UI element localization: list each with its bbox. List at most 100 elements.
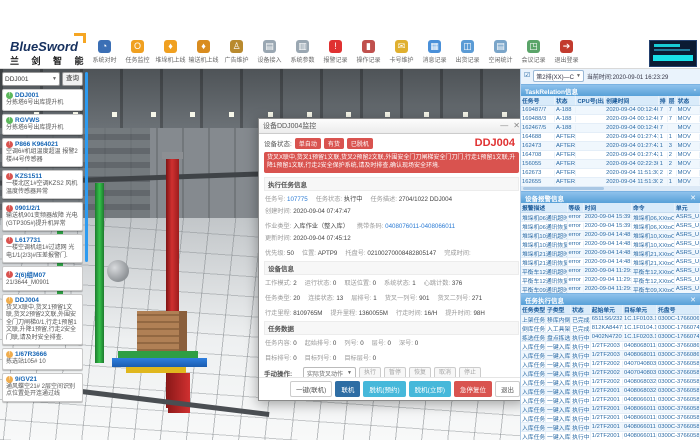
- toolbar-item[interactable]: ! 报警记录: [319, 40, 352, 64]
- manual-op-button[interactable]: 恢复: [409, 367, 431, 377]
- dialog-footer-button[interactable]: 一键(联机): [290, 381, 332, 397]
- search-button[interactable]: 查询: [62, 72, 83, 86]
- field-label: 完成时间:: [444, 250, 470, 257]
- stacker-crane-motor: [107, 260, 129, 282]
- cell: 入库任务: [521, 369, 546, 378]
- table-row[interactable]: 入库任务 一键入库 执行中 1/2TF2001 0408066011 0300C…: [521, 405, 700, 414]
- panel-collapse-icon[interactable]: ▫: [694, 87, 696, 94]
- alarm-device-id: DDJ004: [15, 297, 39, 304]
- table-row[interactable]: 169487/7 A-188 2020-09-04 00:12:40 7 7 M…: [521, 106, 700, 115]
- toolbar-item[interactable]: ◫ 出货记录: [451, 40, 484, 64]
- toolbar-item[interactable]: ▮ 操作记录: [352, 40, 385, 64]
- horizontal-scrollbar[interactable]: [521, 186, 700, 191]
- cell: error: [568, 250, 584, 256]
- table-row[interactable]: 拣选任务 盘点拣选 执行中 0402N47201 1C.1F0203.1 030…: [521, 333, 700, 342]
- panel-controls: ☑ 第2排(XX)—C ▼ 当前时间:2020-09-01 16:23:29: [521, 68, 700, 84]
- manual-op-button[interactable]: 停止: [459, 367, 481, 377]
- alarm-card[interactable]: L617731 一楼空调机组1#过滤网 光电1/1(2/3)#压差报警门.: [2, 234, 83, 263]
- toolbar-item[interactable]: ◳ 会议记录: [517, 40, 550, 64]
- table-row[interactable]: 入库任务 一键入库 执行中 1/2TF2001 0408066011 0300C…: [521, 432, 700, 440]
- cell: 堆垛机10通讯恢复: [521, 240, 568, 249]
- table-row[interactable]: 164688 AFTER 2020-09-04 01:27:41 1 1 MOV: [521, 133, 700, 142]
- table-row[interactable]: 162467/5 A-188 2020-09-04 00:12:40 7 MOV: [521, 124, 700, 133]
- table-row[interactable]: 入库任务 一键入库 执行中 1/2TF2002 0408068032 0300C…: [521, 378, 700, 387]
- manual-op-button[interactable]: 暂停: [384, 367, 406, 377]
- alarm-card[interactable]: DDJ001 分拣塔6号出库提升机: [2, 89, 83, 111]
- minimize-icon[interactable]: —: [500, 121, 508, 131]
- sidebar-scrollbar[interactable]: [85, 72, 88, 262]
- dialog-footer-button[interactable]: 急停复位: [454, 381, 492, 397]
- toolbar-item[interactable]: ♦ 输送机上线: [187, 40, 220, 64]
- table-row[interactable]: 162655 AFTER 2020-09-04 11:51:30 2 1 MOV: [521, 178, 700, 186]
- table-row[interactable]: 倒库任务 入工具架 已完成 812KA8447 1C.1F0104.1 0300…: [521, 324, 700, 333]
- toolbar-item[interactable]: O 任务监控: [121, 40, 154, 64]
- table-row[interactable]: 入库任务 一键入库 执行中 1/2TF2001 0408066011 0300C…: [521, 396, 700, 405]
- table-row[interactable]: 169488/3 A-188 2020-09-04 00:12:40 7 7 M…: [521, 115, 700, 124]
- table-row[interactable]: 入库任务 一键入库 执行中 1/2TF2003 0408068011 0300C…: [521, 342, 700, 351]
- table-row[interactable]: 上架任务 移库内倒 已完成 6511S6/232 1C.1F0103.1 030…: [521, 315, 700, 324]
- panel-close-icon[interactable]: ✕: [690, 194, 696, 202]
- toolbar-item[interactable]: ♙ 广告维护: [220, 40, 253, 64]
- manual-op-button[interactable]: 取消: [434, 367, 456, 377]
- status-mini-widget[interactable]: [649, 40, 697, 67]
- alarm-card[interactable]: KZS1511 一楼北区1#空调KZS2 风机温度传感器异常: [2, 170, 83, 199]
- table-row[interactable]: 164708 AFTER 2020-09-04 01:27:42 1 2 MOV: [521, 151, 700, 160]
- toolbar-item[interactable]: ◔ 系统对时: [88, 40, 121, 64]
- field: 系统状态: 1: [384, 278, 424, 287]
- floor-select[interactable]: 第2排(XX)—C ▼: [533, 70, 584, 82]
- toolbar-item[interactable]: ▥ 系统参数: [286, 40, 319, 64]
- table-row[interactable]: 堆垛机06通讯恢复 error 2020-09-04 15:39:36 堆垛机0…: [521, 222, 700, 231]
- alarm-card-header: 2(6)组M07: [6, 269, 79, 279]
- table-row[interactable]: 平衡车09通讯超时 error 2020-09-04 11:29:01 平衡车0…: [521, 285, 700, 293]
- table-row[interactable]: 156055 AFTER 2020-09-04 02:22:36 1 2 MOV: [521, 160, 700, 169]
- table-row[interactable]: 入库任务 一键入库 执行中 1/2TF2002 0407040803 0300C…: [521, 360, 700, 369]
- toolbar-item[interactable]: ✉ 卡号维护: [385, 40, 418, 64]
- alarm-card[interactable]: 1/67R3666 拣选站105# 10: [2, 348, 83, 370]
- table-row[interactable]: 入库任务 一键入库 执行中 1/2TF2001 0408068032 0300C…: [521, 387, 700, 396]
- table-row[interactable]: 162473 AFTER 2020-09-04 01:27:42 1 3 MOV: [521, 142, 700, 151]
- table-row[interactable]: 入库任务 一键入库 执行中 1/2TF2003 0408068011 0300C…: [521, 351, 700, 360]
- table-row[interactable]: 162673 AFTER 2020-09-04 11:51:30 2 2 MOV: [521, 169, 700, 178]
- cell: 0408068032: [623, 379, 657, 385]
- col-header: 命令: [632, 203, 675, 212]
- table-row[interactable]: 堆垛机21通讯恢复 error 2020-09-04 14:48:30 堆垛机2…: [521, 258, 700, 267]
- table-row[interactable]: 堆垛机21通讯超时 error 2020-09-04 14:48:30 堆垛机2…: [521, 249, 700, 258]
- toolbar-item[interactable]: ➔ 退出登录: [550, 40, 583, 64]
- device-status-label: 设备状态:: [264, 138, 292, 148]
- cell: 堆垛机06通讯超时: [521, 213, 568, 222]
- close-icon[interactable]: ✕: [513, 121, 520, 131]
- toolbar-item[interactable]: ♦ 堆垛机上线: [154, 40, 187, 64]
- alarm-card[interactable]: 0901/2/1 输送机901变频器故障 光电(GTP305#)提升机异常: [2, 202, 83, 231]
- panel-close-icon[interactable]: ✕: [690, 296, 696, 304]
- field: 列号: 0: [344, 338, 371, 347]
- cell: 入库任务: [521, 351, 546, 360]
- dialog-footer-button[interactable]: 脱机(预约): [363, 381, 405, 397]
- table-row[interactable]: 入库任务 一键入库 执行中 1/2TF2002 0407040803 0300C…: [521, 369, 700, 378]
- table-row[interactable]: 平衡车12通讯超时 error 2020-09-04 11:29:29 平衡车1…: [521, 267, 700, 276]
- alarm-card[interactable]: P866 K964021 空调6#机组温度超温 报警2楼#4号传感器: [2, 138, 83, 167]
- table-row[interactable]: 堆垛机10通讯恢复 error 2020-09-04 14:48:34 堆垛机1…: [521, 240, 700, 249]
- cell: 执行中: [571, 333, 591, 342]
- dialog-footer-button[interactable]: 联机: [335, 381, 360, 397]
- col-header: 状态: [677, 96, 700, 105]
- alarm-card[interactable]: DDJ004 货叉X联中,货叉1预留1文联,货叉2预留2文联,外围安全门刀闸梯0…: [2, 294, 83, 346]
- table-row[interactable]: 堆垛机06通讯超时 error 2020-09-04 15:39:36 堆垛机0…: [521, 213, 700, 222]
- toolbar-item[interactable]: ▦ 消息记录: [418, 40, 451, 64]
- alarm-card[interactable]: 9/GV21 通风蝶空21# 2层空间识别点位置处开连通过线: [2, 373, 83, 402]
- toolbar-item[interactable]: ▤ 空闲统计: [484, 40, 517, 64]
- alarm-card[interactable]: 2(6)组M07 21/3644_M0901: [2, 266, 83, 291]
- fork-action-select[interactable]: 实际货叉动作 ▼: [303, 367, 356, 377]
- scrollbar-thumb[interactable]: [523, 187, 604, 190]
- toolbar-item[interactable]: ▤ 设备接入: [253, 40, 286, 64]
- device-filter-select[interactable]: DDJ001 ▼: [2, 72, 60, 86]
- alarm-card[interactable]: RGVWS 分拣塔6号出库提升机: [2, 114, 83, 136]
- floor-checkbox[interactable]: ☑: [524, 71, 530, 81]
- table-row[interactable]: 平衡车12通讯恢复 error 2020-09-04 11:29:01 平衡车1…: [521, 276, 700, 285]
- dialog-title-bar[interactable]: 设备DDJ004监控 — ✕: [259, 119, 524, 134]
- table-row[interactable]: 入库任务 一键入库 执行中 1/2TF2001 0408066011 0300C…: [521, 414, 700, 423]
- manual-op-button[interactable]: 执行: [359, 367, 381, 377]
- table-row[interactable]: 堆垛机10通讯超时 error 2020-09-04 14:48:34 堆垛机1…: [521, 231, 700, 240]
- dialog-footer-button[interactable]: 退出: [495, 381, 520, 397]
- dialog-footer-button[interactable]: 脱机(立即): [409, 381, 451, 397]
- table-row[interactable]: 入库任务 一键入库 执行中 1/2TF2001 0408066011 0300C…: [521, 423, 700, 432]
